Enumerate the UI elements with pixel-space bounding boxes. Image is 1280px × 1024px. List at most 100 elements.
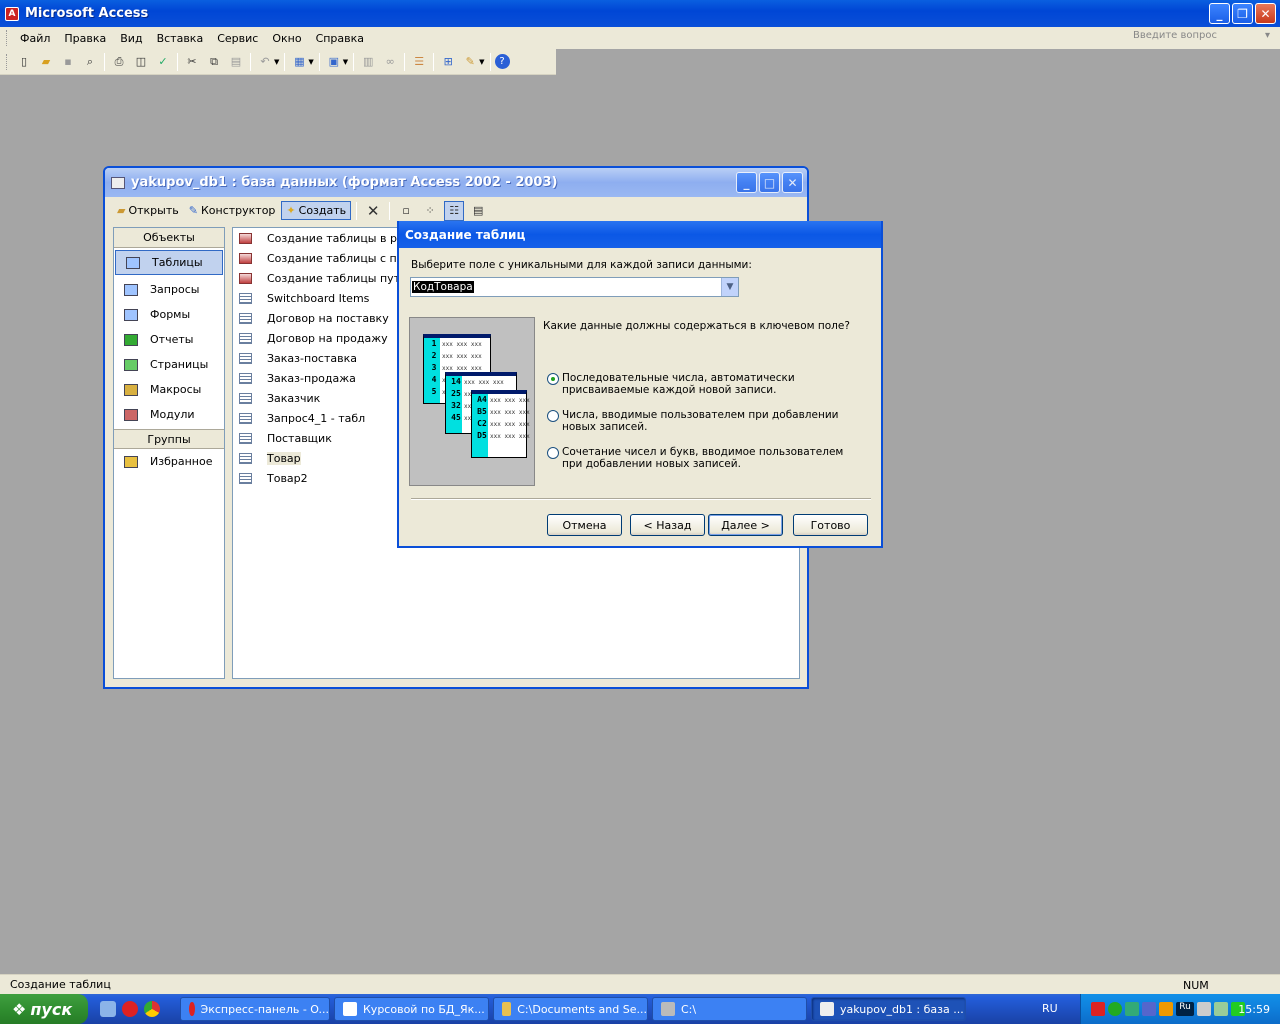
start-button[interactable]: ❖ пуск [0, 994, 88, 1024]
details-view-icon[interactable]: ▤ [468, 201, 488, 221]
minimize-button[interactable]: _ [1209, 3, 1230, 24]
objects-item-tables[interactable]: Таблицы [115, 250, 223, 275]
analyze-dropdown-icon[interactable]: ▼ [343, 58, 348, 66]
player-icon[interactable] [1159, 1002, 1173, 1016]
groups-header[interactable]: Группы [114, 429, 224, 449]
analyze-icon[interactable]: ▣ [324, 52, 344, 72]
key-field-value: КодТовара [412, 281, 474, 293]
save-icon[interactable]: ▪ [58, 52, 78, 72]
task-word[interactable]: Курсовой по БД_Як... [334, 997, 489, 1021]
option-alphanumeric[interactable]: Сочетание чисел и букв, вводимое пользов… [547, 446, 862, 470]
radio-button[interactable] [547, 447, 559, 459]
paste-icon[interactable]: ▤ [226, 52, 246, 72]
new-object-dropdown-icon[interactable]: ▼ [479, 58, 484, 66]
db-close-button[interactable]: ✕ [782, 172, 803, 193]
spelling-icon[interactable]: ✓ [153, 52, 173, 72]
cut-icon[interactable]: ✂ [182, 52, 202, 72]
menu-view[interactable]: Вид [113, 32, 149, 45]
print-icon[interactable]: ⎙ [109, 52, 129, 72]
close-button[interactable]: ✕ [1255, 3, 1276, 24]
design-button[interactable]: ✎ Конструктор [185, 202, 280, 219]
sheet-cell: 2 [431, 351, 437, 360]
menu-window[interactable]: Окно [265, 32, 308, 45]
table-icon [239, 332, 252, 344]
back-button[interactable]: < Назад [630, 514, 705, 536]
show-desktop-icon[interactable] [100, 1001, 116, 1017]
task-drive[interactable]: C:\ [652, 997, 807, 1021]
objects-item-queries[interactable]: Запросы [114, 277, 224, 302]
option-autonumber[interactable]: Последовательные числа, автоматически пр… [547, 372, 862, 396]
antivirus-icon[interactable] [1091, 1002, 1105, 1016]
objects-item-reports[interactable]: Отчеты [114, 327, 224, 352]
large-icons-view-icon[interactable]: ▫ [396, 201, 416, 221]
groups-item-favorites[interactable]: Избранное [114, 449, 224, 474]
option-user-numbers[interactable]: Числа, вводимые пользователем при добавл… [547, 409, 862, 433]
office-links-dropdown-icon[interactable]: ▼ [308, 58, 313, 66]
objects-item-modules[interactable]: Модули [114, 402, 224, 427]
objects-item-forms[interactable]: Формы [114, 302, 224, 327]
keyboard-layout-indicator[interactable]: Ru [1176, 1002, 1194, 1016]
windows-logo-icon: ❖ [12, 999, 27, 1019]
new-object-icon[interactable]: ✎ [460, 52, 480, 72]
db-maximize-button[interactable]: □ [759, 172, 780, 193]
clock[interactable]: 15:59 [1238, 1003, 1270, 1016]
objects-item-label: Макросы [150, 383, 202, 396]
open-folder-icon[interactable]: ▰ [36, 52, 56, 72]
language-indicator[interactable]: RU [1042, 1002, 1058, 1015]
key-field-combo[interactable]: КодТовара ▼ [410, 277, 739, 297]
objects-item-macros[interactable]: Макросы [114, 377, 224, 402]
chevron-down-icon[interactable]: ▼ [721, 278, 738, 296]
menu-tools[interactable]: Сервис [210, 32, 265, 45]
relationships-icon[interactable]: ⊞ [438, 52, 458, 72]
menu-edit[interactable]: Правка [57, 32, 113, 45]
field-select-label: Выберите поле с уникальными для каждой з… [411, 259, 752, 271]
network-icon[interactable] [1142, 1002, 1156, 1016]
usb-icon[interactable] [1214, 1002, 1228, 1016]
finish-button[interactable]: Готово [793, 514, 868, 536]
copy-icon[interactable]: ⧉ [204, 52, 224, 72]
menu-help[interactable]: Справка [309, 32, 371, 45]
new-file-icon[interactable]: ▯ [14, 52, 34, 72]
file-search-icon[interactable]: ⌕ [80, 52, 100, 72]
cancel-button[interactable]: Отмена [547, 514, 622, 536]
properties-icon[interactable]: ☰ [409, 52, 429, 72]
task-explorer[interactable]: C:\Documents and Se... [493, 997, 648, 1021]
delete-icon[interactable]: ✕ [363, 201, 383, 221]
db-minimize-button[interactable]: _ [736, 172, 757, 193]
task-opera[interactable]: Экспресс-панель - O... [180, 997, 330, 1021]
radio-button[interactable] [547, 373, 559, 385]
undo-icon[interactable]: ↶ [255, 52, 275, 72]
list-item-label: Договор на продажу [267, 331, 388, 345]
ask-question-box[interactable]: Введите вопрос ▾ [1129, 30, 1274, 46]
list-view-icon[interactable]: ☷ [444, 200, 465, 221]
script-icon[interactable]: ∞ [380, 52, 400, 72]
help-icon[interactable]: ? [494, 54, 510, 69]
query-icon [124, 283, 138, 296]
updates-icon[interactable] [1125, 1002, 1139, 1016]
menu-file[interactable]: Файл [13, 32, 57, 45]
office-links-icon[interactable]: ▦ [289, 52, 309, 72]
divider [411, 498, 871, 500]
open-label: Открыть [128, 204, 179, 217]
undo-dropdown-icon[interactable]: ▼ [274, 58, 279, 66]
restore-button[interactable]: ❐ [1232, 3, 1253, 24]
code-icon[interactable]: ▥ [358, 52, 378, 72]
task-access[interactable]: yakupov_db1 : база ... [811, 997, 966, 1021]
small-icons-view-icon[interactable]: ⁘ [420, 201, 440, 221]
sheet-cell: 25 [451, 389, 461, 398]
chevron-down-icon[interactable]: ▾ [1265, 30, 1270, 46]
sheet-filler: xxx xxx xxx [490, 421, 530, 428]
print-preview-icon[interactable]: ◫ [131, 52, 151, 72]
next-button[interactable]: Далее > [708, 514, 783, 536]
chrome-icon[interactable] [144, 1001, 160, 1017]
opera-icon[interactable] [122, 1001, 138, 1017]
menu-insert[interactable]: Вставка [150, 32, 211, 45]
list-item-label: Запрос4_1 - табл [267, 411, 366, 425]
torrent-icon[interactable] [1108, 1002, 1122, 1016]
create-button[interactable]: ✦ Создать [281, 201, 352, 220]
open-button[interactable]: ▰ Открыть [113, 202, 183, 219]
volume-icon[interactable] [1197, 1002, 1211, 1016]
radio-button[interactable] [547, 410, 559, 422]
objects-header[interactable]: Объекты [114, 228, 224, 248]
objects-item-pages[interactable]: Страницы [114, 352, 224, 377]
